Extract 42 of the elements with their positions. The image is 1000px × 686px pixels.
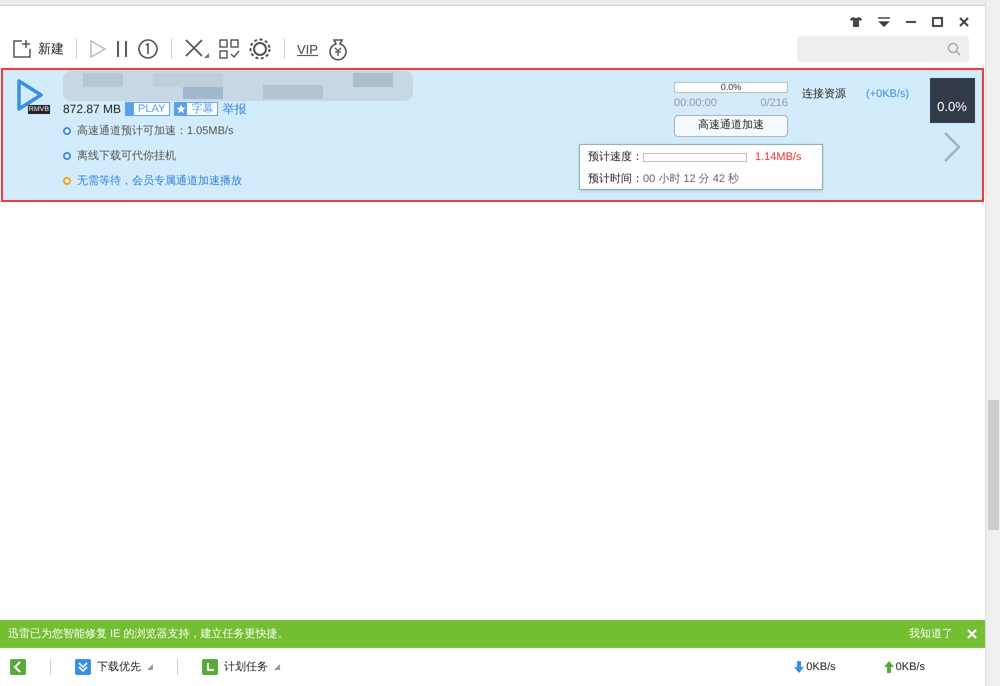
transfer-speed: (+0KB/s) bbox=[866, 87, 910, 102]
download-priority-button[interactable]: 下载优先 bbox=[75, 658, 153, 676]
add-document-icon bbox=[12, 39, 32, 59]
tip-text: 离线下载可代你挂机 bbox=[77, 148, 176, 164]
scrollbar[interactable] bbox=[985, 0, 1000, 686]
clock-icon bbox=[202, 659, 218, 675]
task-status: 连接资源 bbox=[802, 86, 846, 102]
gear-icon[interactable] bbox=[248, 37, 272, 61]
arrow-up-icon bbox=[884, 661, 894, 673]
upload-speed: 0KB/s bbox=[884, 658, 925, 676]
pause-icon[interactable] bbox=[115, 39, 129, 59]
search-field[interactable] bbox=[797, 36, 969, 62]
new-task-button[interactable]: 新建 bbox=[12, 39, 64, 59]
scheduled-task-button[interactable]: 计划任务 bbox=[202, 658, 280, 676]
single-download-icon[interactable] bbox=[137, 38, 159, 60]
time-label: 预计时间： bbox=[588, 172, 643, 186]
file-size: 872.87 MB bbox=[63, 101, 122, 118]
vip-icon[interactable]: VIP bbox=[297, 42, 318, 56]
close-icon[interactable] bbox=[959, 17, 969, 27]
source-count: 0/216 bbox=[760, 96, 788, 111]
minimize-icon[interactable] bbox=[906, 20, 916, 24]
download-speed: 0KB/s bbox=[794, 658, 836, 676]
shirt-icon[interactable] bbox=[850, 17, 862, 27]
tip-text: 高速通道预计可加速：1.05MB/s bbox=[77, 124, 234, 139]
speed-label: 预计速度： bbox=[588, 150, 643, 165]
collapse-icon[interactable] bbox=[10, 659, 26, 675]
search-icon bbox=[947, 42, 961, 56]
corner-triangle-icon bbox=[274, 664, 280, 670]
arrow-down-icon bbox=[794, 661, 804, 673]
dropdown-menu-icon[interactable] bbox=[878, 17, 890, 27]
progress-bar: 0.0% bbox=[674, 82, 788, 93]
notice-text: 迅雷已为您智能修复 IE 的浏览器支持，建立任务更快捷。 bbox=[8, 626, 289, 642]
accelerate-button[interactable]: 高速通道加速 bbox=[674, 114, 788, 136]
elapsed-time: 00:00:00 bbox=[674, 96, 717, 111]
percent-tile: 0.0% bbox=[930, 78, 974, 123]
double-chevron-down-icon bbox=[75, 659, 91, 675]
delete-icon[interactable] bbox=[184, 38, 210, 60]
speed-value: 1.14MB/s bbox=[755, 150, 802, 165]
corner-triangle-icon bbox=[147, 664, 153, 670]
time-value: 00 小时 12 分 42 秒 bbox=[643, 172, 739, 186]
grid-icon[interactable] bbox=[218, 38, 240, 60]
maximize-icon[interactable] bbox=[932, 17, 943, 27]
